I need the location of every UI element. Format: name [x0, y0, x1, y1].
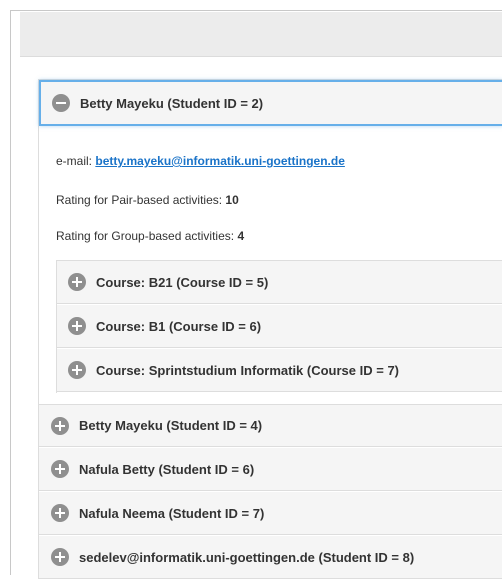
course-header-7[interactable]: Course: Sprintstudium Informatik (Course… [57, 349, 502, 392]
student-title: Nafula Neema (Student ID = 7) [79, 505, 265, 521]
group-rating-value: 4 [237, 229, 245, 243]
student-header-nafula-7[interactable]: Nafula Neema (Student ID = 7) [39, 492, 502, 535]
plus-circle-icon[interactable] [51, 416, 69, 435]
student-header-nafula-6[interactable]: Nafula Betty (Student ID = 6) [39, 448, 502, 491]
student-title: Nafula Betty (Student ID = 6) [79, 461, 255, 477]
course-header-5[interactable]: Course: B21 (Course ID = 5) [57, 261, 502, 304]
plus-circle-icon[interactable] [68, 273, 86, 291]
plus-circle-icon[interactable] [68, 361, 86, 379]
student-accordion: Betty Mayeku (Student ID = 2) e-mail: be… [38, 79, 502, 579]
student-title: sedelev@informatik.uni-goettingen.de (St… [79, 549, 415, 565]
course-accordion: Course: B21 (Course ID = 5) Course: B1 (… [56, 260, 502, 393]
email-link[interactable]: betty.mayeku@informatik.uni-goettingen.d… [95, 154, 345, 168]
course-title: Course: B21 (Course ID = 5) [96, 274, 269, 290]
plus-circle-icon[interactable] [68, 317, 86, 335]
minus-circle-icon[interactable] [52, 94, 70, 112]
pair-rating-label: Rating for Pair-based activities: [56, 193, 223, 207]
student-header-betty-4[interactable]: Betty Mayeku (Student ID = 4) [39, 404, 502, 447]
email-label: e-mail: [56, 154, 93, 168]
plus-circle-icon[interactable] [51, 548, 69, 566]
plus-circle-icon[interactable] [51, 460, 69, 478]
top-bar [20, 12, 502, 57]
course-title: Course: Sprintstudium Informatik (Course… [96, 362, 400, 378]
student-header-betty-2[interactable]: Betty Mayeku (Student ID = 2) [39, 80, 502, 126]
plus-circle-icon[interactable] [51, 504, 69, 522]
student-title: Betty Mayeku (Student ID = 4) [79, 418, 263, 433]
student-title: Betty Mayeku (Student ID = 2) [80, 95, 264, 111]
group-rating-line: Rating for Group-based activities: 4 [56, 229, 244, 243]
pair-rating-value: 10 [225, 193, 239, 207]
course-title: Course: B1 (Course ID = 6) [96, 318, 262, 334]
email-line: e-mail: betty.mayeku@informatik.uni-goet… [56, 154, 345, 168]
student-header-sedelev-8[interactable]: sedelev@informatik.uni-goettingen.de (St… [39, 536, 502, 579]
course-header-6[interactable]: Course: B1 (Course ID = 6) [57, 305, 502, 348]
group-rating-label: Rating for Group-based activities: [56, 229, 235, 243]
pair-rating-line: Rating for Pair-based activities: 10 [56, 193, 239, 207]
